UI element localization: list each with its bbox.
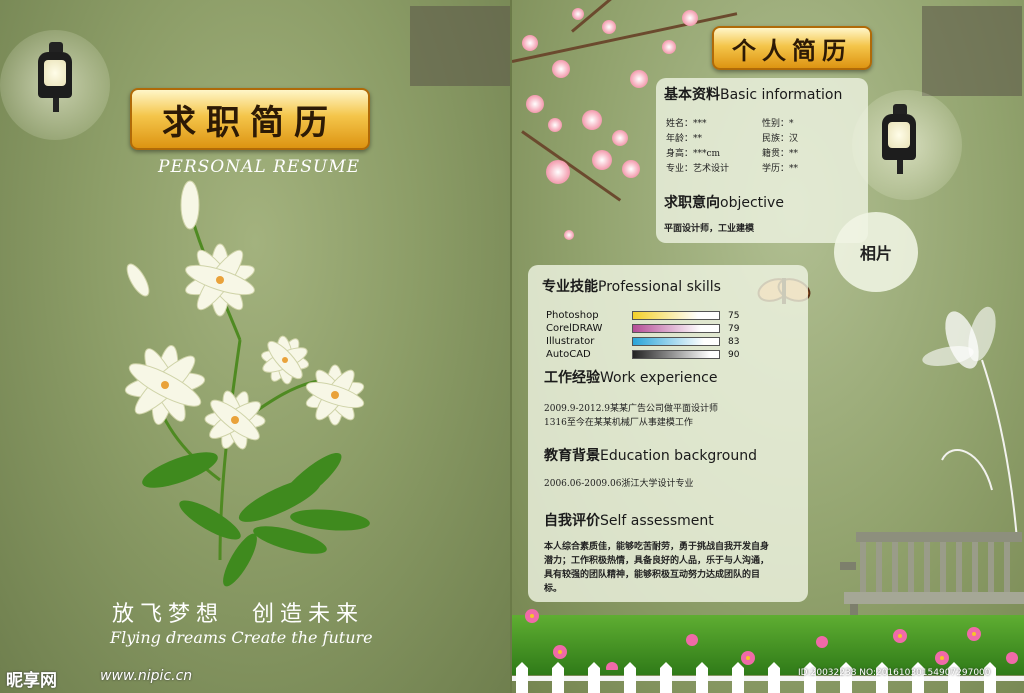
skill-row: Illustrator 83 <box>546 336 739 347</box>
self-assessment-heading: 自我评价Self assessment <box>544 513 714 529</box>
skill-value: 75 <box>728 310 740 321</box>
skill-name: CorelDRAW <box>546 323 603 334</box>
skill-bar <box>632 350 720 359</box>
cover-subtitle: PERSONAL RESUME <box>158 157 361 177</box>
work-heading: 工作经验Work experience <box>544 370 718 386</box>
skills-heading: 专业技能Professional skills <box>542 279 721 295</box>
wall-bricks <box>922 6 1022 96</box>
watermark-id: ID:20032238 NO:20161030154907297000 <box>798 668 991 678</box>
photo-placeholder: 相片 <box>834 212 918 292</box>
work-line-1: 2009.9-2012.9某某广告公司做平面设计师 <box>544 404 719 414</box>
work-line-2: 1316至今在某某机械厂从事建模工作 <box>544 418 693 428</box>
self-assessment-text: 本人综合素质佳，能够吃苦耐劳，勇于挑战自我开发自身潜力；工作积极热情，具备良好的… <box>544 542 770 594</box>
skill-name: AutoCAD <box>546 349 591 360</box>
basic-info-fields: 姓名：*** 性别：* 年龄：** 民族：汉 身高：***cm 籍贯：** 专业：艺术… <box>666 116 866 176</box>
skill-bar-fill <box>633 338 705 345</box>
resume-page: 个人简历 基本资料Basic information 姓名：*** 性别：* 年龄… <box>512 0 1024 693</box>
objective-text: 平面设计师，工业建模 <box>664 224 755 234</box>
skill-row: CorelDRAW 79 <box>546 323 739 334</box>
skill-bar <box>632 324 720 333</box>
field-name: 姓名：*** <box>666 119 707 129</box>
skill-bar-fill <box>633 312 698 319</box>
white-flower-stalk <box>922 306 1018 540</box>
field-major: 专业：艺术设计 <box>666 164 730 174</box>
field-education-level: 学历：** <box>762 164 799 174</box>
field-height: 身高：***cm <box>666 149 721 159</box>
slogan-english: Flying dreams Create the future <box>110 628 373 647</box>
skill-row: Photoshop 75 <box>546 310 739 321</box>
objective-heading: 求职意向objective <box>664 195 784 211</box>
watermark-logo: 昵享网 <box>6 671 57 691</box>
skill-value: 90 <box>728 349 740 360</box>
field-hometown: 籍贯：** <box>762 149 799 159</box>
cover-title: 求职简历 <box>130 88 370 150</box>
wall-lamp-icon <box>38 42 74 112</box>
education-line: 2006.06-2009.06浙江大学设计专业 <box>544 479 694 489</box>
watermark-url: www.nipic.cn <box>100 668 193 684</box>
skill-value: 83 <box>728 336 740 347</box>
skill-bar <box>632 337 720 346</box>
skill-bar-fill <box>633 351 711 358</box>
lily-flowers-illustration <box>124 180 370 587</box>
skill-row: AutoCAD 90 <box>546 349 739 360</box>
skill-name: Photoshop <box>546 310 599 321</box>
field-gender: 性别：* <box>762 119 794 129</box>
wall-lamp-icon <box>882 104 918 174</box>
skill-name: Illustrator <box>546 336 595 347</box>
cover-page: 求职简历 PERSONAL RESUME 放飞梦想 创造未来 Flying dr… <box>0 0 510 693</box>
pink-flowers <box>525 609 1018 670</box>
wall-bricks <box>410 6 510 86</box>
field-ethnicity: 民族：汉 <box>762 134 799 144</box>
education-heading: 教育背景Education background <box>544 448 757 464</box>
basic-info-heading: 基本资料Basic information <box>664 87 843 103</box>
field-age: 年龄：** <box>666 134 703 144</box>
skill-value: 79 <box>728 323 740 334</box>
slogan-chinese: 放飞梦想 创造未来 <box>112 602 365 627</box>
skill-bar <box>632 311 720 320</box>
resume-title: 个人简历 <box>712 26 872 70</box>
skill-bar-fill <box>633 325 701 332</box>
